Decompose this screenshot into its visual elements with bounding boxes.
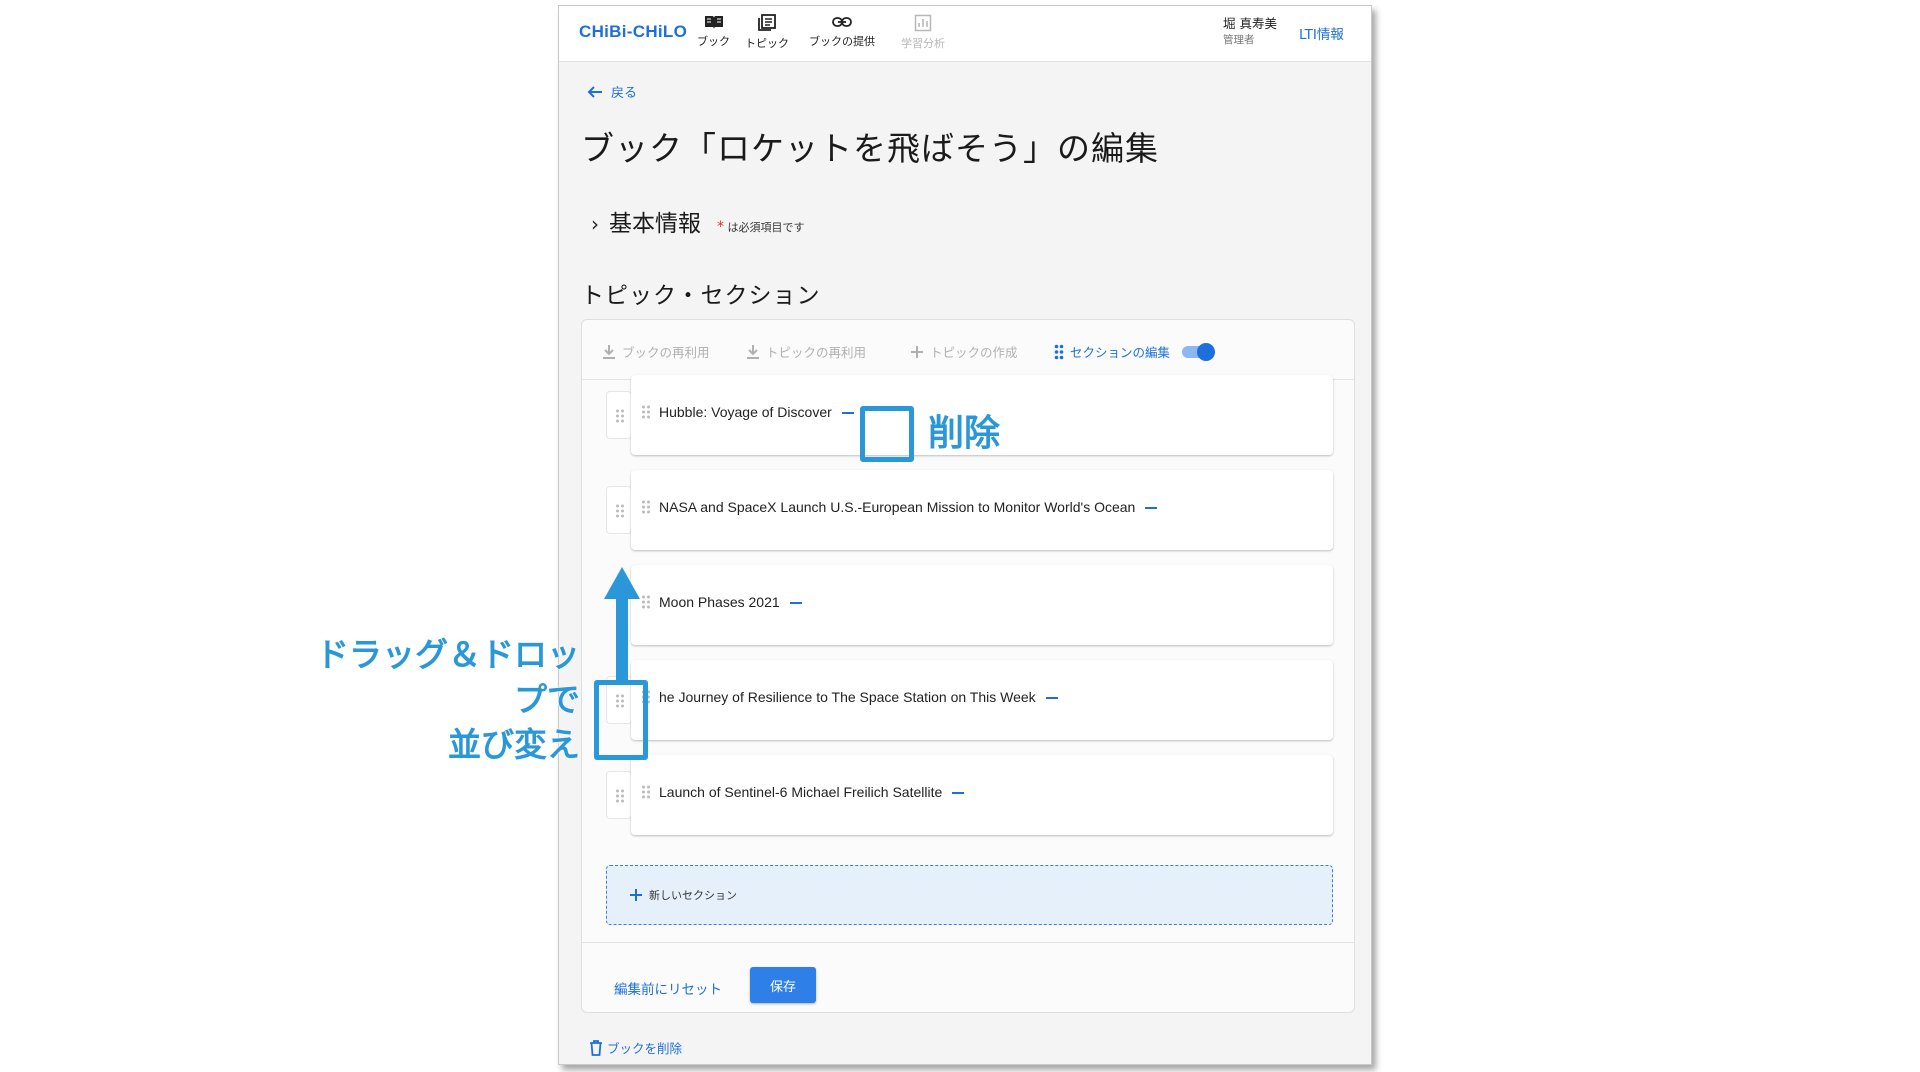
nav-analytics-label: 学習分析 bbox=[901, 37, 945, 50]
section-title: NASA and SpaceX Launch U.S.-European Mis… bbox=[659, 499, 1158, 515]
drag-grip-icon bbox=[616, 409, 624, 423]
drag-grip-icon bbox=[1054, 344, 1064, 359]
remove-section-icon[interactable] bbox=[841, 412, 854, 415]
arrow-up-icon bbox=[604, 567, 640, 685]
user-name: 堀 真寿美 bbox=[1223, 16, 1277, 31]
drag-annotation-line2: 並び変え bbox=[448, 725, 581, 765]
reuse-topic-button[interactable]: トピックの再利用 bbox=[746, 342, 866, 361]
basic-info-label: 基本情報 bbox=[609, 211, 701, 237]
section-title-text: he Journey of Resilience to The Space St… bbox=[659, 689, 1036, 705]
app-logo[interactable]: CHiBi-CHiLO bbox=[579, 22, 687, 42]
section-drag-handle[interactable] bbox=[606, 771, 632, 819]
section-row[interactable]: Moon Phases 2021 bbox=[631, 565, 1333, 645]
section-drag-handle[interactable] bbox=[606, 391, 632, 439]
chevron-right-icon: › bbox=[591, 212, 599, 236]
download-icon bbox=[747, 344, 759, 359]
topic-icon bbox=[758, 14, 776, 31]
reuse-book-button[interactable]: ブックの再利用 bbox=[602, 342, 710, 361]
book-icon bbox=[704, 16, 723, 29]
section-title: Moon Phases 2021 bbox=[659, 594, 802, 610]
remove-section-icon[interactable] bbox=[952, 792, 965, 795]
new-section-label: 新しいセクション bbox=[649, 889, 737, 902]
plus-icon bbox=[630, 889, 642, 901]
download-icon bbox=[603, 344, 615, 359]
plus-icon bbox=[911, 345, 923, 358]
back-link[interactable]: 戻る bbox=[587, 82, 637, 101]
divider bbox=[582, 942, 1354, 943]
create-topic-button[interactable]: トピックの作成 bbox=[910, 342, 1018, 361]
nav-book-provide-label: ブックの提供 bbox=[809, 35, 875, 48]
page-title: ブック「ロケットを飛ばそう」の編集 bbox=[581, 129, 1159, 168]
edit-sections-label: セクションの編集 bbox=[1070, 345, 1171, 360]
nav-book[interactable]: ブック bbox=[697, 14, 730, 49]
save-button[interactable]: 保存 bbox=[750, 967, 816, 1003]
trash-icon bbox=[590, 1039, 602, 1056]
drag-grip-icon bbox=[616, 504, 624, 518]
section-title: Hubble: Voyage of Discover bbox=[659, 404, 854, 420]
top-nav-bar: CHiBi-CHiLO ブック トピック ブックの提供 学習分析 堀 真寿美 管… bbox=[559, 6, 1371, 62]
nav-book-provide[interactable]: ブックの提供 bbox=[809, 14, 875, 49]
section-title-text: Moon Phases 2021 bbox=[659, 594, 780, 610]
back-label: 戻る bbox=[611, 86, 638, 101]
section-title-text: NASA and SpaceX Launch U.S.-European Mis… bbox=[659, 499, 1136, 515]
edit-sections-switch[interactable] bbox=[1182, 342, 1216, 361]
drag-grip-icon[interactable] bbox=[641, 500, 651, 514]
section-title-text: Hubble: Voyage of Discover bbox=[659, 404, 832, 420]
section-row[interactable]: NASA and SpaceX Launch U.S.-European Mis… bbox=[631, 470, 1333, 550]
nav-topic-label: トピック bbox=[745, 37, 789, 50]
new-section-button[interactable]: 新しいセクション bbox=[606, 865, 1333, 925]
sections-toolbar: ブックの再利用 トピックの再利用 トピックの作成 セクションの編集 bbox=[582, 320, 1354, 380]
delete-highlight-box bbox=[860, 406, 914, 462]
arrow-left-icon bbox=[587, 85, 602, 98]
required-note: * は必須項目です bbox=[717, 219, 805, 235]
section-title: he Journey of Resilience to The Space St… bbox=[659, 689, 1058, 705]
section-row[interactable]: Launch of Sentinel-6 Michael Freilich Sa… bbox=[631, 755, 1333, 835]
drag-grip-icon[interactable] bbox=[641, 405, 651, 419]
remove-section-icon[interactable] bbox=[1045, 697, 1058, 700]
switch-knob bbox=[1197, 342, 1216, 361]
user-role: 管理者 bbox=[1223, 34, 1255, 46]
section-drag-handle[interactable] bbox=[606, 486, 632, 534]
drag-annotation-label: ドラッグ＆ドロップで 並び変え bbox=[288, 632, 581, 767]
app-window: CHiBi-CHiLO ブック トピック ブックの提供 学習分析 堀 真寿美 管… bbox=[558, 5, 1372, 1065]
section-row[interactable]: he Journey of Resilience to The Space St… bbox=[631, 660, 1333, 740]
required-note-text: は必須項目です bbox=[727, 221, 805, 234]
drag-grip-icon[interactable] bbox=[641, 595, 651, 609]
create-topic-label: トピックの作成 bbox=[930, 345, 1018, 360]
user-info[interactable]: 堀 真寿美 管理者 bbox=[1223, 16, 1277, 48]
link-icon bbox=[832, 17, 852, 27]
nav-book-label: ブック bbox=[697, 35, 730, 48]
delete-book-label: ブックを削除 bbox=[607, 1041, 683, 1056]
section-title-text: Launch of Sentinel-6 Michael Freilich Sa… bbox=[659, 784, 943, 800]
reuse-book-label: ブックの再利用 bbox=[622, 345, 710, 360]
delete-annotation-label: 削除 bbox=[927, 413, 1001, 455]
reuse-topic-label: トピックの再利用 bbox=[766, 345, 867, 360]
drag-highlight-box bbox=[594, 680, 648, 760]
remove-section-icon[interactable] bbox=[789, 602, 802, 605]
drag-grip-icon bbox=[616, 789, 624, 803]
nav-analytics: 学習分析 bbox=[901, 14, 945, 51]
section-title: Launch of Sentinel-6 Michael Freilich Sa… bbox=[659, 784, 965, 800]
remove-section-icon[interactable] bbox=[1145, 507, 1158, 510]
nav-topic[interactable]: トピック bbox=[745, 14, 789, 51]
edit-sections-toggle[interactable]: セクションの編集 bbox=[1054, 342, 1216, 361]
delete-book-button[interactable]: ブックを削除 bbox=[589, 1038, 682, 1057]
topic-section-heading: トピック・セクション bbox=[581, 283, 821, 309]
chart-icon bbox=[914, 14, 932, 32]
lti-info-link[interactable]: LTI情報 bbox=[1299, 23, 1344, 43]
drag-grip-icon[interactable] bbox=[641, 785, 651, 799]
required-marker: * bbox=[717, 219, 724, 235]
reset-button[interactable]: 編集前にリセット bbox=[614, 978, 722, 998]
drag-annotation-line1: ドラッグ＆ドロップで bbox=[316, 635, 581, 720]
basic-info-toggle[interactable]: › 基本情報 * は必須項目です bbox=[591, 204, 805, 238]
